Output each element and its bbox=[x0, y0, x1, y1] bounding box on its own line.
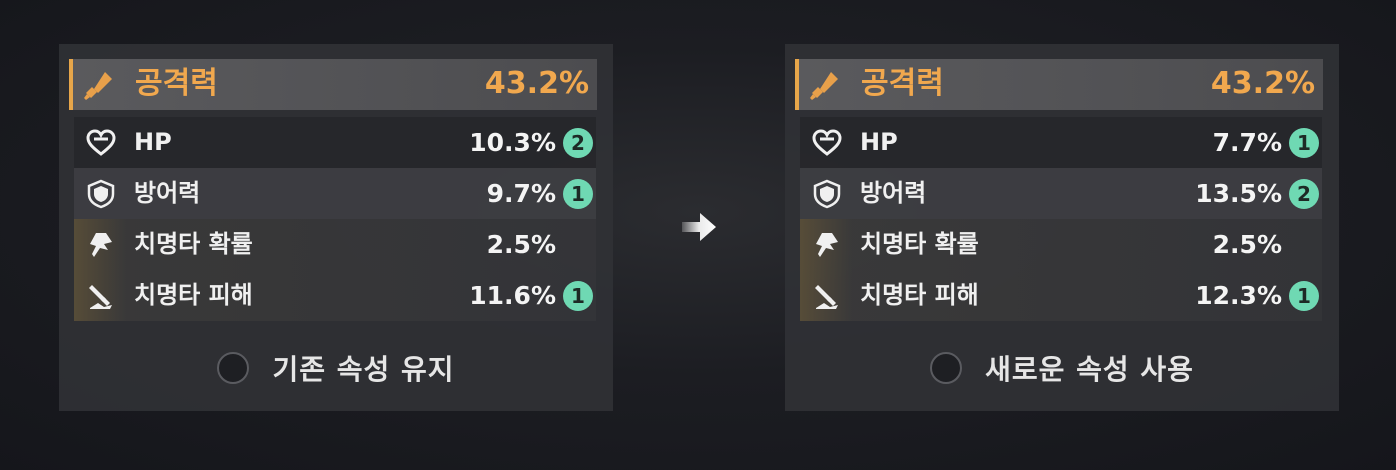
sub-stat-row-defense: 방어력 13.5% 2 bbox=[800, 168, 1322, 219]
sub-stat-label: 방어력 bbox=[860, 179, 927, 207]
upgrade-count-badge: 1 bbox=[1289, 128, 1319, 158]
sword-icon bbox=[84, 72, 112, 100]
keep-current-radio[interactable] bbox=[217, 352, 250, 384]
main-stat-label: 공격력 bbox=[861, 66, 944, 101]
sub-stat-row-crit-damage: 치명타 피해 11.6% 1 bbox=[74, 270, 596, 321]
upgrade-count-badge: 1 bbox=[563, 281, 593, 311]
arrow-right-icon bbox=[682, 213, 716, 241]
sub-stat-row-crit-rate: 치명타 확률 2.5% bbox=[800, 219, 1322, 270]
sub-stat-label: HP bbox=[860, 128, 898, 156]
crit-rate-icon bbox=[90, 233, 112, 257]
sub-stat-label: 방어력 bbox=[134, 179, 201, 207]
sub-stat-row-crit-rate: 치명타 확률 2.5% bbox=[74, 219, 596, 270]
sub-stat-row-defense: 방어력 9.7% 1 bbox=[74, 168, 596, 219]
sub-stat-label: 치명타 확률 bbox=[860, 230, 979, 258]
upgrade-count-badge: 1 bbox=[1289, 281, 1319, 311]
main-stat-value: 43.2% bbox=[484, 66, 589, 101]
use-new-radio[interactable] bbox=[930, 352, 963, 384]
sub-stat-value: 9.7% bbox=[486, 179, 556, 208]
crit-damage-icon bbox=[815, 285, 838, 309]
sub-stat-value: 7.7% bbox=[1212, 128, 1282, 157]
keep-current-label: 기존 속성 유지 bbox=[272, 353, 455, 386]
sub-stat-value: 2.5% bbox=[1212, 230, 1282, 259]
sub-stat-value: 13.5% bbox=[1195, 179, 1282, 208]
upgrade-count-badge: 2 bbox=[563, 128, 593, 158]
upgrade-count-badge: 1 bbox=[563, 179, 593, 209]
sub-stat-row-hp: HP 7.7% 1 bbox=[800, 117, 1322, 168]
main-stat-row: 공격력 43.2% bbox=[795, 59, 1323, 110]
main-stat-label: 공격력 bbox=[135, 66, 218, 101]
sub-stat-value: 2.5% bbox=[486, 230, 556, 259]
sub-stat-label: HP bbox=[134, 128, 172, 156]
sub-stat-label: 치명타 피해 bbox=[134, 281, 253, 309]
sword-icon bbox=[810, 72, 838, 100]
main-stat-value: 43.2% bbox=[1210, 66, 1315, 101]
sub-stat-value: 10.3% bbox=[469, 128, 556, 157]
sub-stat-row-hp: HP 10.3% 2 bbox=[74, 117, 596, 168]
crit-rate-icon bbox=[816, 233, 838, 257]
heart-icon bbox=[812, 129, 842, 156]
sub-stat-row-crit-damage: 치명타 피해 12.3% 1 bbox=[800, 270, 1322, 321]
sub-stat-value: 12.3% bbox=[1195, 281, 1282, 310]
sub-stat-label: 치명타 확률 bbox=[134, 230, 253, 258]
sub-stat-label: 치명타 피해 bbox=[860, 281, 979, 309]
main-stat-row: 공격력 43.2% bbox=[69, 59, 597, 110]
shield-icon bbox=[813, 179, 841, 209]
stat-panel-new: 공격력 43.2% HP 7.7% 1 방어력 13.5% 2 치명타 확률 2… bbox=[785, 44, 1339, 411]
use-new-option[interactable]: 새로운 속성 사용 bbox=[785, 348, 1339, 388]
shield-icon bbox=[87, 179, 115, 209]
upgrade-count-badge: 2 bbox=[1289, 179, 1319, 209]
sub-stat-value: 11.6% bbox=[469, 281, 556, 310]
stat-panel-current: 공격력 43.2% HP 10.3% 2 방어력 9.7% 1 치명타 확률 2… bbox=[59, 44, 613, 411]
keep-current-option[interactable]: 기존 속성 유지 bbox=[59, 348, 613, 388]
heart-icon bbox=[86, 129, 116, 156]
crit-damage-icon bbox=[89, 285, 112, 309]
use-new-label: 새로운 속성 사용 bbox=[985, 353, 1194, 386]
